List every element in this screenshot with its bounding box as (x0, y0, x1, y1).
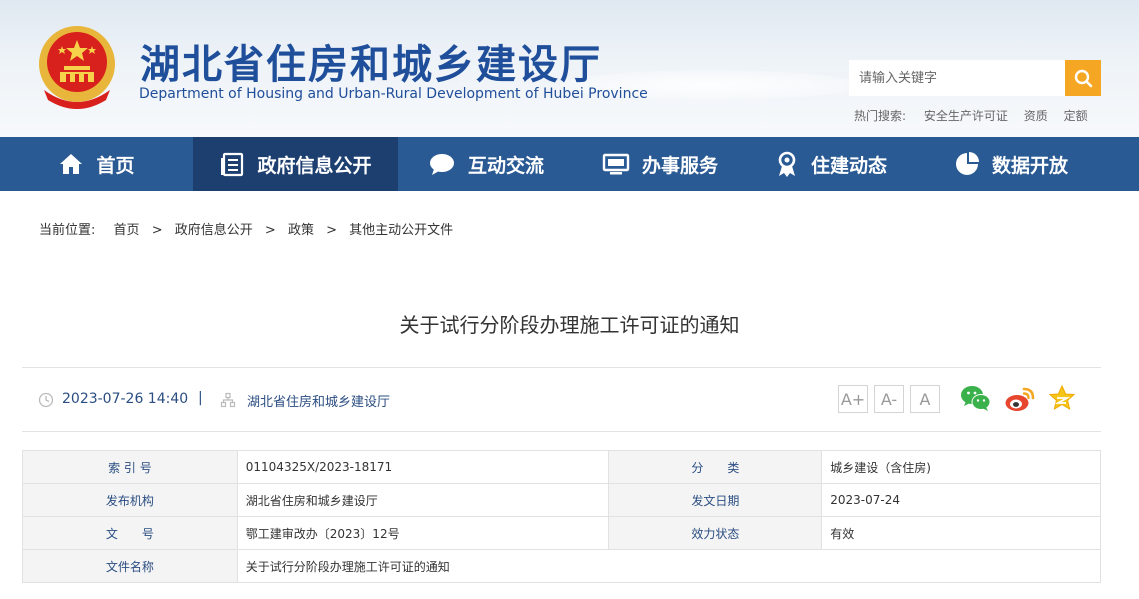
cell-label: 分 类 (608, 450, 823, 484)
nav-label: 住建动态 (810, 154, 887, 177)
pie-chart-icon (954, 151, 980, 177)
breadcrumb-separator: > (264, 223, 276, 238)
document-list-icon (219, 151, 245, 177)
breadcrumb-separator: > (151, 223, 163, 238)
cell-value: 2023-07-24 (821, 483, 1101, 517)
cell-value: 湖北省住房和城乡建设厅 (236, 483, 610, 517)
nav-item-home[interactable]: 首页 (0, 137, 193, 191)
divider-top (22, 367, 1101, 368)
divider-bottom (22, 431, 1101, 432)
font-decrease-button[interactable]: A- (874, 385, 904, 413)
nav-item-open-data[interactable]: 数据开放 (916, 137, 1106, 191)
font-increase-button[interactable]: A+ (838, 385, 868, 413)
award-icon (775, 150, 799, 178)
wechat-icon[interactable] (960, 384, 992, 414)
site-title[interactable]: 湖北省住房和城乡建设厅 (140, 32, 602, 90)
info-table: 索 引 号 01104325X/2023-18171 分 类 城乡建设（含住房)… (22, 450, 1102, 583)
national-emblem-icon[interactable] (36, 24, 118, 110)
breadcrumb-label: 当前位置: (39, 223, 96, 238)
nav-label: 互动交流 (467, 154, 544, 177)
cell-label: 文 号 (22, 516, 238, 550)
site-header: 湖北省住房和城乡建设厅 Department of Housing and Ur… (0, 0, 1139, 137)
search-input[interactable] (849, 60, 1065, 96)
favorite-star-icon[interactable] (1048, 384, 1076, 412)
cell-label: 发布机构 (22, 483, 238, 517)
table-row: 索 引 号 01104325X/2023-18171 分 类 城乡建设（含住房) (22, 450, 1101, 484)
cell-value: 01104325X/2023-18171 (236, 450, 610, 484)
monitor-icon (602, 152, 630, 176)
breadcrumb-item[interactable]: 其他主动公开文件 (349, 223, 453, 238)
breadcrumb-separator: > (326, 223, 337, 238)
cell-label: 发文日期 (608, 483, 823, 517)
nav-label: 首页 (96, 154, 135, 177)
search-box (849, 60, 1101, 96)
hot-search-item[interactable]: 安全生产许可证 (924, 109, 1008, 123)
cell-label: 效力状态 (608, 516, 823, 550)
hot-search: 热门搜索: 安全生产许可证 资质 定额 (854, 107, 1100, 124)
organization-icon (220, 392, 236, 408)
search-icon (1074, 69, 1093, 88)
search-button[interactable] (1065, 60, 1101, 96)
hot-search-item[interactable]: 定额 (1064, 109, 1088, 123)
font-button-label: A+ (840, 389, 866, 409)
table-row: 文件名称 关于试行分阶段办理施工许可证的通知 (22, 549, 1102, 583)
article-title: 关于试行分阶段办理施工许可证的通知 (399, 313, 740, 337)
publish-source: 湖北省住房和城乡建设厅 (247, 395, 391, 410)
cell-value: 城乡建设（含住房) (821, 450, 1101, 484)
nav-item-gov-info[interactable]: 政府信息公开 (193, 137, 398, 191)
home-icon (58, 152, 84, 176)
article-meta: 2023-07-26 14:40 | 湖北省住房和城乡建设厅 A+ A- A (22, 369, 1101, 431)
nav-item-interaction[interactable]: 互动交流 (398, 137, 574, 191)
hot-search-label: 热门搜索: (854, 109, 907, 123)
nav-item-news[interactable]: 住建动态 (746, 137, 916, 191)
breadcrumb: 当前位置: 首页 > 政府信息公开 > 政策 > 其他主动公开文件 (39, 219, 453, 238)
main-nav: 首页 政府信息公开 互动交流 办事服务 住建动态 数据开放 (0, 137, 1139, 191)
site-subtitle: Department of Housing and Urban-Rural De… (139, 86, 648, 102)
breadcrumb-item[interactable]: 政策 (288, 223, 314, 238)
cell-label: 索 引 号 (22, 450, 238, 484)
table-row: 文 号 鄂工建审改办〔2023〕12号 效力状态 有效 (22, 516, 1101, 550)
hot-search-item[interactable]: 资质 (1024, 109, 1048, 123)
nav-label: 政府信息公开 (257, 154, 372, 177)
meta-divider: | (198, 390, 203, 406)
cell-value: 有效 (821, 516, 1101, 550)
chat-bubble-icon (428, 152, 456, 176)
cell-value: 关于试行分阶段办理施工许可证的通知 (236, 549, 1102, 583)
nav-label: 办事服务 (641, 154, 718, 177)
cell-value: 鄂工建审改办〔2023〕12号 (236, 516, 610, 550)
font-reset-button[interactable]: A (910, 385, 940, 413)
breadcrumb-item[interactable]: 政府信息公开 (175, 223, 253, 238)
clock-icon (38, 392, 54, 408)
weibo-icon[interactable] (1004, 384, 1036, 414)
table-row: 发布机构 湖北省住房和城乡建设厅 发文日期 2023-07-24 (22, 483, 1101, 517)
publish-datetime: 2023-07-26 14:40 (62, 391, 189, 407)
breadcrumb-item[interactable]: 首页 (114, 223, 140, 238)
nav-item-services[interactable]: 办事服务 (574, 137, 746, 191)
font-button-label: A- (880, 389, 898, 409)
cell-label: 文件名称 (22, 549, 238, 583)
nav-label: 数据开放 (991, 154, 1068, 177)
font-button-label: A (919, 389, 931, 409)
